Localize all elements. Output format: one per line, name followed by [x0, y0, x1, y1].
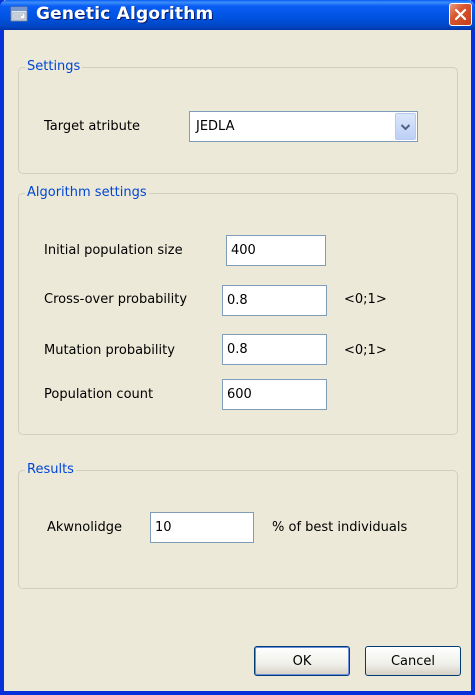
population-count-input[interactable] — [222, 379, 327, 410]
cross-over-probability-label: Cross-over probability — [44, 292, 188, 307]
window-title: Genetic Algorithm — [36, 4, 214, 24]
initial-population-size-input[interactable] — [226, 235, 326, 266]
acknowledge-suffix: % of best individuals — [272, 520, 408, 535]
mutation-probability-range: <0;1> — [344, 343, 387, 358]
population-count-label: Population count — [44, 387, 154, 402]
target-attribute-value: JEDLA — [196, 119, 235, 134]
ok-button[interactable]: OK — [254, 646, 350, 676]
close-button[interactable] — [449, 3, 472, 26]
title-bar[interactable]: Genetic Algorithm — [0, 0, 475, 30]
target-attribute-label: Target atribute — [44, 119, 140, 134]
results-legend: Results — [25, 462, 76, 478]
cross-over-probability-range: <0;1> — [344, 292, 387, 307]
chevron-down-icon — [400, 123, 411, 130]
app-icon — [10, 6, 28, 22]
algorithm-settings-legend: Algorithm settings — [25, 185, 149, 201]
genetic-algorithm-dialog: Genetic Algorithm Settings Target atribu… — [0, 0, 475, 695]
target-attribute-select[interactable]: JEDLA — [189, 111, 418, 142]
cancel-button[interactable]: Cancel — [365, 646, 461, 676]
mutation-probability-label: Mutation probability — [44, 343, 175, 358]
settings-legend: Settings — [25, 59, 83, 75]
mutation-probability-input[interactable] — [222, 334, 327, 365]
acknowledge-input[interactable] — [150, 512, 254, 543]
initial-population-size-label: Initial population size — [44, 243, 183, 258]
dropdown-arrow-button[interactable] — [395, 113, 416, 140]
acknowledge-label: Akwnolidge — [47, 520, 122, 535]
cross-over-probability-input[interactable] — [222, 285, 327, 316]
close-icon — [454, 8, 467, 21]
